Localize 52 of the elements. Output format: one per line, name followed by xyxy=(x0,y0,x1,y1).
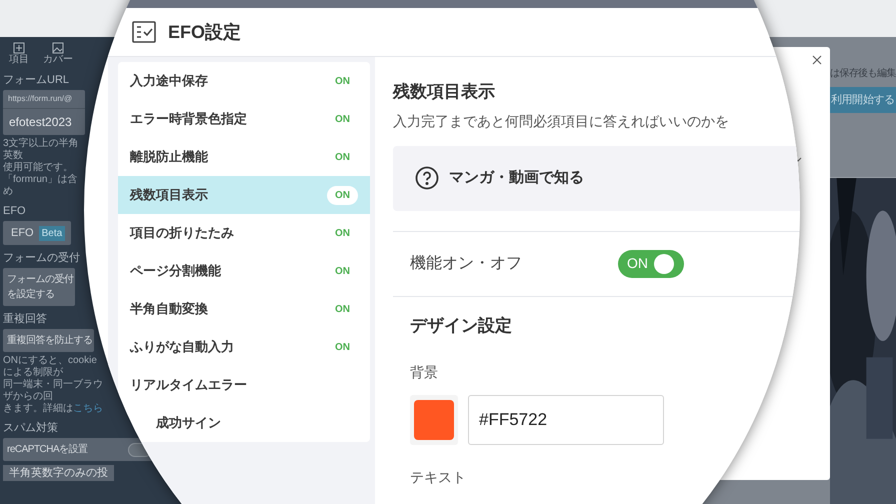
status-label: ON xyxy=(327,186,358,204)
section-label: フォームの受付 xyxy=(3,251,80,265)
note-text: は保存後も編集 xyxy=(830,67,896,81)
switch-label: 機能オン・オフ xyxy=(410,254,523,274)
status-label: ON xyxy=(334,302,351,316)
feature-item[interactable]: 残数項目表示 ON xyxy=(118,176,370,214)
feature-item[interactable]: 半角自動変換 ON xyxy=(118,290,370,328)
url-field[interactable]: https://form.run/@ efotest2023 xyxy=(3,90,85,135)
close-icon[interactable] xyxy=(812,55,822,65)
feature-item[interactable]: 項目の折りたたみ ON xyxy=(118,214,370,252)
field-label: テキスト xyxy=(410,468,466,487)
status-label: ON xyxy=(334,340,351,354)
feature-item[interactable]: 離脱防止機能 ON xyxy=(118,138,370,176)
status-label: ON xyxy=(334,74,351,88)
feature-item[interactable]: リアルタイムエラー xyxy=(118,366,370,404)
section-label: EFO xyxy=(3,204,26,218)
option-field[interactable]: reCAPTCHAを設置 xyxy=(3,438,153,461)
feature-item[interactable]: 入力途中保存 ON xyxy=(118,62,370,100)
section-label: スパム対策 xyxy=(3,421,58,435)
url-prefix: https://form.run/@ xyxy=(3,90,85,109)
color-input[interactable]: #FF5722 xyxy=(468,395,664,445)
section-label: フォームURL xyxy=(3,73,70,87)
feature-item[interactable]: エラー時背景色指定 ON xyxy=(118,100,370,138)
url-value: efotest2023 xyxy=(8,114,73,131)
efo-field[interactable]: EFO Beta xyxy=(3,221,72,245)
feature-item[interactable]: ふりがな自動入力 ON xyxy=(118,328,370,366)
detail-description: 入力完了まであと何問必須項目に答えればいいのかを xyxy=(393,112,730,130)
beta-label: Beta xyxy=(38,226,66,240)
section-heading: デザイン設定 xyxy=(410,314,512,336)
option-label: reCAPTCHAを設置 xyxy=(7,442,88,457)
option-field[interactable]: 重複回答を防止する xyxy=(3,329,94,352)
status-label: ON xyxy=(334,112,351,126)
option-label: 重複回答を防止する xyxy=(7,334,92,348)
efo-label: EFO xyxy=(11,226,34,241)
status-label: ON xyxy=(334,264,351,278)
toolbar-button[interactable]: 項目 xyxy=(9,42,29,65)
plus-icon xyxy=(13,42,25,54)
checklist-icon xyxy=(132,21,156,43)
section-label: 重複回答 xyxy=(3,312,47,326)
question-icon xyxy=(415,166,439,190)
toolbar-button[interactable]: カバー xyxy=(43,42,73,65)
feature-item[interactable]: ページ分割機能 ON xyxy=(118,252,370,290)
detail-title: 残数項目表示 xyxy=(393,81,496,103)
help-text: ONにすると、cookieによる制限が 同一端末・同一ブラウザからの回 きます。詳細はこちら xyxy=(3,355,103,415)
help-link[interactable]: マンガ・動画で知る xyxy=(393,146,800,210)
status-label: ON xyxy=(334,150,351,164)
dialog-title: EFO設定 xyxy=(168,20,242,44)
image-icon xyxy=(52,42,64,54)
option-label: 半角英数字のみの投 xyxy=(3,465,114,481)
status-label: ON xyxy=(334,226,351,240)
help-text: 3文字以上の半角英数 使用可能です。 「formrun」は含め xyxy=(3,138,80,198)
field-label: 背景 xyxy=(410,363,438,382)
